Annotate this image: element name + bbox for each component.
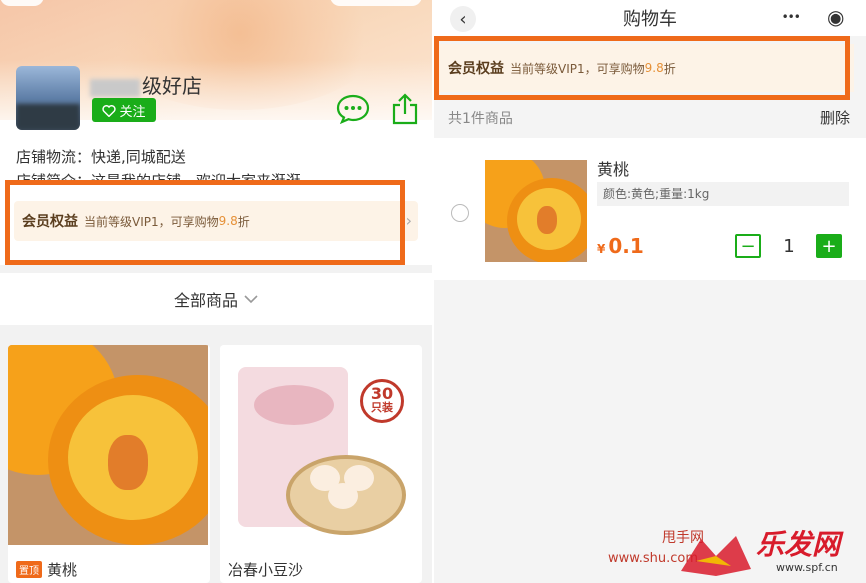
product-name: 冶春小豆沙	[228, 561, 304, 579]
product-image	[8, 345, 208, 545]
cart-item-count: 共1件商品	[448, 111, 513, 127]
select-checkbox[interactable]	[451, 204, 469, 222]
cart-item-name: 黄桃	[597, 160, 630, 179]
more-icon[interactable]: •••	[782, 10, 801, 24]
increase-quantity-button[interactable]: +	[816, 234, 842, 258]
cart-item: 黄桃 颜色:黄色;重量:1kg ¥0.1 − 1 +	[434, 138, 866, 280]
highlight-box	[5, 180, 405, 265]
shop-avatar[interactable]	[16, 66, 80, 130]
product-card[interactable]: 置顶 黄桃	[8, 345, 210, 583]
tab-all-products[interactable]: 全部商品	[0, 273, 432, 325]
chat-icon[interactable]	[336, 94, 370, 124]
product-card[interactable]: 30 只装 冶春小豆沙	[220, 345, 422, 583]
cart-page: ‹ 购物车 ••• ◉ 会员权益 当前等级VIP1，可享购物 9.8 折 共1件商品…	[434, 0, 866, 583]
watermark-logo-icon	[681, 536, 751, 576]
chevron-right-icon: ›	[405, 211, 412, 230]
cart-item-price: ¥0.1	[597, 234, 644, 258]
delete-button[interactable]: 删除	[820, 107, 850, 128]
pinned-tag: 置顶	[16, 561, 42, 578]
follow-button[interactable]: 关注	[92, 98, 156, 122]
watermark: 甩手网 www.shu.com 乐发网 www.spf.cn	[606, 521, 856, 583]
banner-top-button-left[interactable]	[0, 0, 44, 6]
share-icon[interactable]	[391, 93, 419, 125]
page-title: 购物车	[623, 9, 677, 30]
banner-top-button-right[interactable]	[330, 0, 422, 6]
shop-logistics: 店铺物流：快递,同城配送	[16, 148, 186, 166]
heart-icon	[102, 104, 117, 117]
cart-navbar: ‹ 购物车 ••• ◉	[434, 0, 866, 36]
chevron-down-icon	[244, 295, 258, 304]
blurred-text	[90, 78, 140, 97]
quantity-value: 1	[783, 236, 795, 257]
miniprogram-capsule: ••• ◉	[768, 2, 858, 32]
shop-page: 级好店 关注 店铺物流：快递,同城配送 店铺简介：这是我的店铺，欢迎大家来逛逛 …	[0, 0, 432, 583]
decrease-quantity-button[interactable]: −	[735, 234, 761, 258]
cart-item-image	[485, 160, 587, 262]
close-target-icon[interactable]: ◉	[827, 5, 844, 29]
highlight-box	[434, 36, 850, 100]
back-icon[interactable]: ‹	[450, 6, 476, 32]
product-name: 黄桃	[47, 561, 78, 579]
product-image	[220, 345, 420, 545]
cart-item-spec: 颜色:黄色;重量:1kg	[597, 182, 849, 206]
pack-count-badge: 30 只装	[360, 379, 404, 423]
shop-name: 级好店	[90, 70, 202, 99]
